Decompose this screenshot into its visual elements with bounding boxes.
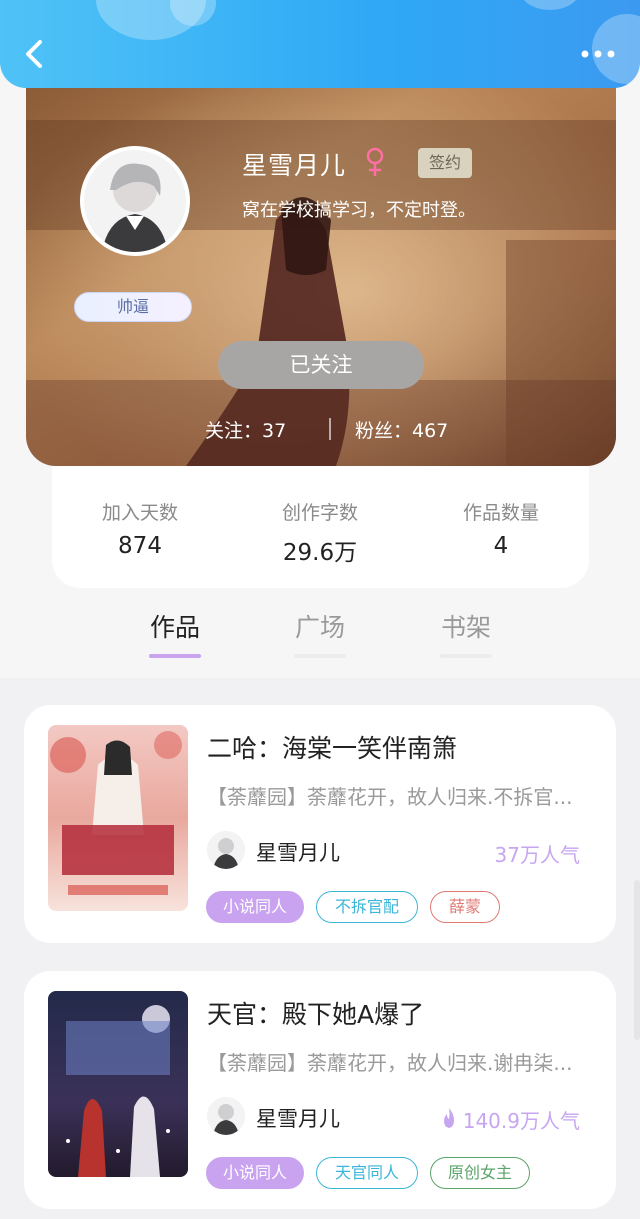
tab-bookshelf[interactable]: 书架 bbox=[421, 608, 511, 644]
user-bio: 窝在学校搞学习，不定时登。 bbox=[242, 200, 476, 221]
more-dots-icon bbox=[581, 50, 615, 58]
stat-value: 4 bbox=[493, 533, 509, 559]
more-button[interactable] bbox=[580, 44, 616, 64]
work-title[interactable]: 天官：殿下她A爆了 bbox=[207, 995, 424, 1031]
tab-indicator bbox=[440, 654, 492, 658]
profile-tabs: 作品 广场 书架 bbox=[0, 604, 640, 668]
follow-counts: 关注：37 粉丝：467 bbox=[205, 416, 475, 443]
banner-image bbox=[26, 80, 616, 466]
back-button[interactable] bbox=[20, 34, 50, 74]
stat-works-count: 作品数量 4 bbox=[421, 498, 581, 559]
flame-icon bbox=[444, 1108, 454, 1128]
stat-value: 29.6万 bbox=[282, 540, 358, 566]
top-bar bbox=[0, 0, 640, 88]
popularity: 37万人气 bbox=[494, 843, 580, 867]
avatar-illustration bbox=[207, 1097, 245, 1135]
cover-illustration bbox=[48, 725, 188, 911]
stat-word-count: 创作字数 29.6万 bbox=[240, 498, 400, 567]
tab-square[interactable]: 广场 bbox=[275, 608, 365, 644]
work-description: 【荼蘼园】荼蘼花开，故人归来.不拆官... bbox=[207, 785, 573, 809]
stat-label: 创作字数 bbox=[281, 502, 358, 524]
female-icon bbox=[366, 147, 384, 176]
stat-label: 加入天数 bbox=[101, 502, 178, 524]
fans-count[interactable]: 粉丝：467 bbox=[355, 416, 448, 443]
tag-chip[interactable]: 小说同人 bbox=[206, 891, 304, 923]
active-tab-indicator bbox=[149, 654, 201, 658]
avatar-illustration bbox=[207, 831, 245, 869]
works-list: 二哈：海棠一笑伴南箫 【荼蘼园】荼蘼花开，故人归来.不拆官... 星雪月儿 37… bbox=[0, 678, 640, 1219]
tag-chip[interactable]: 薛蒙 bbox=[430, 891, 500, 923]
popularity: 140.9万人气 bbox=[462, 1109, 580, 1133]
stat-label: 作品数量 bbox=[462, 502, 539, 524]
tag-chip[interactable]: 天官同人 bbox=[316, 1157, 418, 1189]
book-cover[interactable] bbox=[48, 991, 188, 1177]
work-description: 【荼蘼园】荼蘼花开，故人归来.谢冉柒... bbox=[207, 1051, 573, 1075]
author-avatar bbox=[207, 831, 245, 869]
user-avatar[interactable] bbox=[80, 146, 190, 256]
work-card[interactable]: 二哈：海棠一笑伴南箫 【荼蘼园】荼蘼花开，故人归来.不拆官... 星雪月儿 37… bbox=[24, 705, 616, 943]
author-avatar bbox=[207, 1097, 245, 1135]
tag-chip[interactable]: 小说同人 bbox=[206, 1157, 304, 1189]
username: 星雪月儿 bbox=[242, 151, 347, 180]
tag-chip[interactable]: 原创女主 bbox=[430, 1157, 530, 1189]
title-tag: 帅逼 bbox=[74, 292, 192, 322]
author-name: 星雪月儿 bbox=[256, 1107, 340, 1131]
tag-chip[interactable]: 不拆官配 bbox=[316, 891, 418, 923]
book-cover[interactable] bbox=[48, 725, 188, 911]
chevron-left-icon bbox=[26, 40, 42, 68]
cover-illustration bbox=[48, 991, 188, 1177]
tab-works[interactable]: 作品 bbox=[130, 608, 220, 644]
scrollbar[interactable] bbox=[634, 880, 640, 1040]
stats-card: 加入天数 874 创作字数 29.6万 作品数量 4 bbox=[52, 466, 589, 588]
counts-divider bbox=[329, 418, 331, 440]
stat-join-days: 加入天数 874 bbox=[60, 498, 220, 559]
author-name: 星雪月儿 bbox=[256, 841, 340, 865]
work-title[interactable]: 二哈：海棠一笑伴南箫 bbox=[207, 729, 457, 765]
follow-button[interactable]: 已关注 bbox=[218, 341, 424, 389]
following-count[interactable]: 关注：37 bbox=[205, 420, 286, 442]
tab-indicator bbox=[294, 654, 346, 658]
signed-badge: 签约 bbox=[418, 148, 472, 178]
avatar-illustration bbox=[84, 150, 186, 252]
work-card[interactable]: 天官：殿下她A爆了 【荼蘼园】荼蘼花开，故人归来.谢冉柒... 星雪月儿 140… bbox=[24, 971, 616, 1209]
profile-banner bbox=[26, 80, 616, 466]
stat-value: 874 bbox=[118, 533, 162, 559]
